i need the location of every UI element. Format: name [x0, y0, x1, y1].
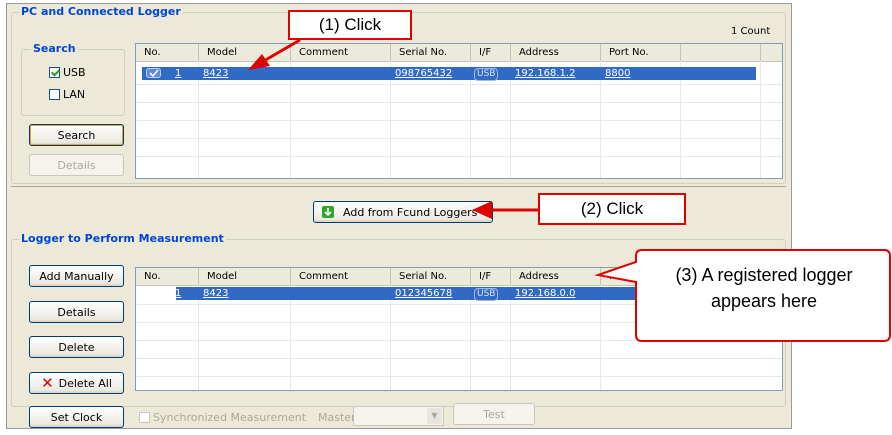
col-if[interactable]: I/F	[471, 44, 511, 61]
lan-label: LAN	[63, 88, 86, 101]
col-comment[interactable]: Comment	[291, 44, 391, 61]
found-row-model: 8423	[203, 68, 229, 79]
sync-label: Synchronized Measurement	[153, 411, 307, 424]
measure-row-no: 1	[175, 288, 182, 299]
test-button[interactable]: Test	[453, 403, 535, 425]
panel-divider	[11, 186, 786, 187]
search-button[interactable]: Search	[29, 124, 124, 146]
m-col-model[interactable]: Model	[199, 268, 291, 285]
found-row-1[interactable]: 1 8423 098765432 USB 192.168.1.2 8800	[142, 67, 756, 81]
m-col-serial[interactable]: Serial No.	[391, 268, 471, 285]
callout-2-text: (2) Click	[580, 199, 644, 218]
usb-checkbox[interactable]: USB	[49, 66, 86, 79]
master-select[interactable]: ▼	[353, 406, 444, 426]
found-row-no: 1	[175, 68, 182, 79]
delete-all-label: Delete All	[58, 376, 112, 390]
found-row-serial: 098765432	[395, 68, 453, 79]
add-arrow-icon	[322, 206, 334, 218]
col-address[interactable]: Address	[511, 44, 601, 61]
search-group-title: Search	[31, 42, 78, 55]
set-clock-button[interactable]: Set Clock	[29, 406, 124, 428]
found-loggers-table[interactable]: No. Model Comment Serial No. I/F Address…	[135, 43, 783, 179]
m-col-comment[interactable]: Comment	[291, 268, 391, 285]
callout-1: (1) Click	[288, 10, 412, 40]
row-check-icon[interactable]	[146, 68, 161, 78]
delete-x-icon: ✕	[41, 373, 54, 392]
callout-3: (3) A registered logger appears here	[640, 262, 888, 314]
delete-all-button[interactable]: ✕ Delete All	[29, 372, 124, 394]
details-button-measure[interactable]: Details	[29, 301, 124, 323]
lan-check-box[interactable]	[49, 89, 60, 100]
lan-checkbox[interactable]: LAN	[49, 88, 85, 101]
measure-group-title: Logger to Perform Measurement	[19, 232, 226, 245]
callout-1-text: (1) Click	[318, 15, 382, 34]
found-row-port: 8800	[605, 68, 631, 79]
chevron-down-icon[interactable]: ▼	[427, 408, 442, 424]
found-row-if-badge: USB	[474, 68, 499, 81]
measure-row-model: 8423	[203, 288, 229, 299]
m-col-address[interactable]: Address	[511, 268, 601, 285]
search-group	[21, 49, 125, 116]
add-manually-button[interactable]: Add Manually	[29, 265, 124, 287]
sync-check-box[interactable]	[139, 412, 150, 423]
callout-3-line2: appears here	[710, 291, 818, 311]
measure-row-serial: 012345678	[395, 288, 453, 299]
col-port[interactable]: Port No.	[601, 44, 681, 61]
col-serial[interactable]: Serial No.	[391, 44, 471, 61]
delete-button[interactable]: Delete	[29, 336, 124, 358]
add-from-found-button[interactable]: Add from Fcund Loggers	[313, 201, 493, 223]
usb-check-box[interactable]	[49, 67, 60, 78]
measure-row-if-badge: USB	[474, 288, 499, 301]
pc-connected-title: PC and Connected Logger	[19, 5, 183, 18]
callout-2: (2) Click	[538, 193, 686, 225]
add-from-found-label: Add from Fcund Loggers	[343, 205, 478, 219]
master-label: Master	[318, 411, 356, 424]
m-col-no[interactable]: No.	[136, 268, 199, 285]
sync-measurement-checkbox[interactable]: Synchronized Measurement	[139, 411, 306, 424]
col-model[interactable]: Model	[199, 44, 291, 61]
found-row-address: 192.168.1.2	[515, 68, 576, 79]
col-no[interactable]: No.	[136, 44, 199, 61]
usb-label: USB	[63, 66, 86, 79]
col-extra	[681, 44, 761, 61]
callout-3-line1: (3) A registered logger	[675, 265, 853, 285]
found-table-header: No. Model Comment Serial No. I/F Address…	[136, 44, 782, 62]
measure-row-address: 192.168.0.0	[515, 288, 576, 299]
m-col-if[interactable]: I/F	[471, 268, 511, 285]
found-count: 1 Count	[731, 26, 771, 37]
details-button-found[interactable]: Details	[29, 154, 124, 176]
